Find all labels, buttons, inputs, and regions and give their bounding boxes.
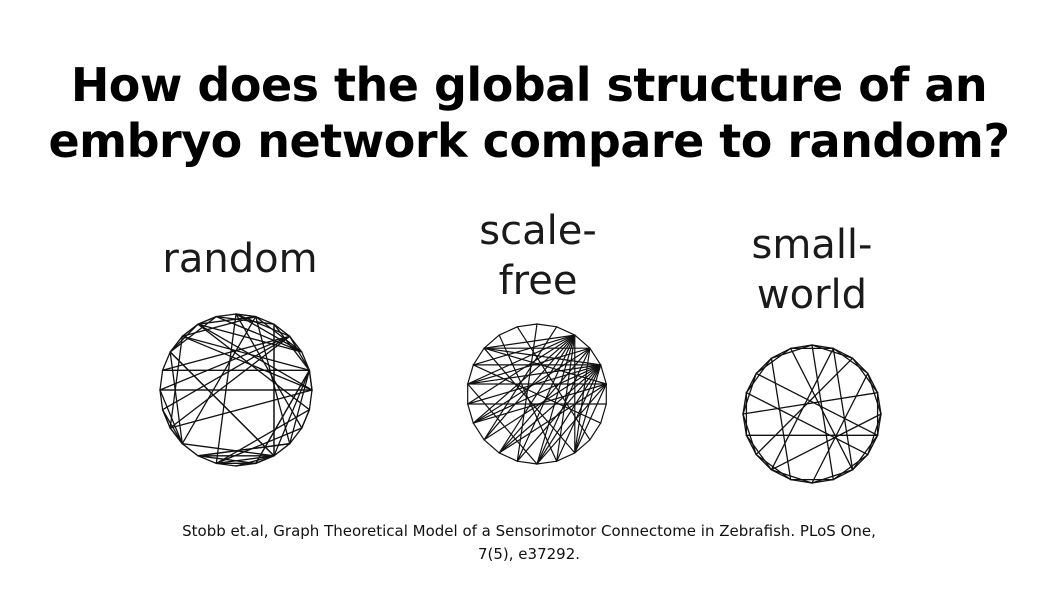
small-world-label-line-1: small- <box>751 222 873 268</box>
network-edge <box>255 315 303 353</box>
citation-line-2: 7(5), e37292. <box>477 545 581 563</box>
network-edge <box>235 455 275 467</box>
network-edge <box>169 323 199 353</box>
small-world-label-line-2: world <box>756 272 868 318</box>
network-edge <box>215 313 237 318</box>
network-edge <box>556 326 576 336</box>
network-edge <box>600 364 607 385</box>
slide: How does the global structure of an embr… <box>0 0 1058 595</box>
random-network-graph <box>159 313 313 467</box>
network-edge <box>536 323 558 328</box>
network-edge <box>589 422 602 441</box>
network-edge <box>161 351 171 371</box>
network-edge <box>755 372 879 436</box>
network-edge <box>516 323 538 328</box>
network-edge <box>742 392 879 415</box>
small-world-label: small- world <box>712 220 912 320</box>
network-edge <box>516 460 538 465</box>
network-edge <box>235 313 291 337</box>
random-label: random <box>140 234 340 284</box>
slide-title: How does the global structure of an embr… <box>0 57 1058 169</box>
network-edge <box>483 439 500 454</box>
network-edge <box>770 347 834 471</box>
scale-free-label: scale- free <box>438 206 638 306</box>
small-world-network-graph <box>742 344 882 484</box>
network-edge <box>600 403 607 424</box>
network-edge <box>308 369 313 391</box>
network-edge <box>159 369 164 391</box>
network-edge <box>589 347 602 366</box>
citation-line-1: Stobb et.al, Graph Theoretical Model of … <box>182 522 876 540</box>
random-label-line-1: random <box>162 236 318 282</box>
network-edge <box>742 413 757 456</box>
network-edge <box>536 460 558 465</box>
title-line-1: How does the global structure of an <box>70 57 988 112</box>
network-edge <box>467 403 474 424</box>
network-edge <box>235 313 303 429</box>
network-edge <box>472 422 485 441</box>
citation: Stobb et.al, Graph Theoretical Model of … <box>0 520 1058 566</box>
network-edge <box>308 389 313 411</box>
network-edge <box>467 364 474 385</box>
network-edge <box>498 452 518 462</box>
network-edge <box>169 335 291 429</box>
network-edge <box>770 469 813 484</box>
title-line-2: embryo network compare to random? <box>48 113 1010 168</box>
network-edge <box>574 334 591 349</box>
network-edge <box>181 335 311 371</box>
scale-free-label-line-2: free <box>498 258 578 304</box>
network-edge <box>169 315 217 353</box>
network-edge <box>851 357 879 394</box>
scale-free-label-line-1: scale- <box>479 208 597 254</box>
scale-free-network-graph <box>467 323 607 465</box>
network-edge <box>498 326 518 336</box>
